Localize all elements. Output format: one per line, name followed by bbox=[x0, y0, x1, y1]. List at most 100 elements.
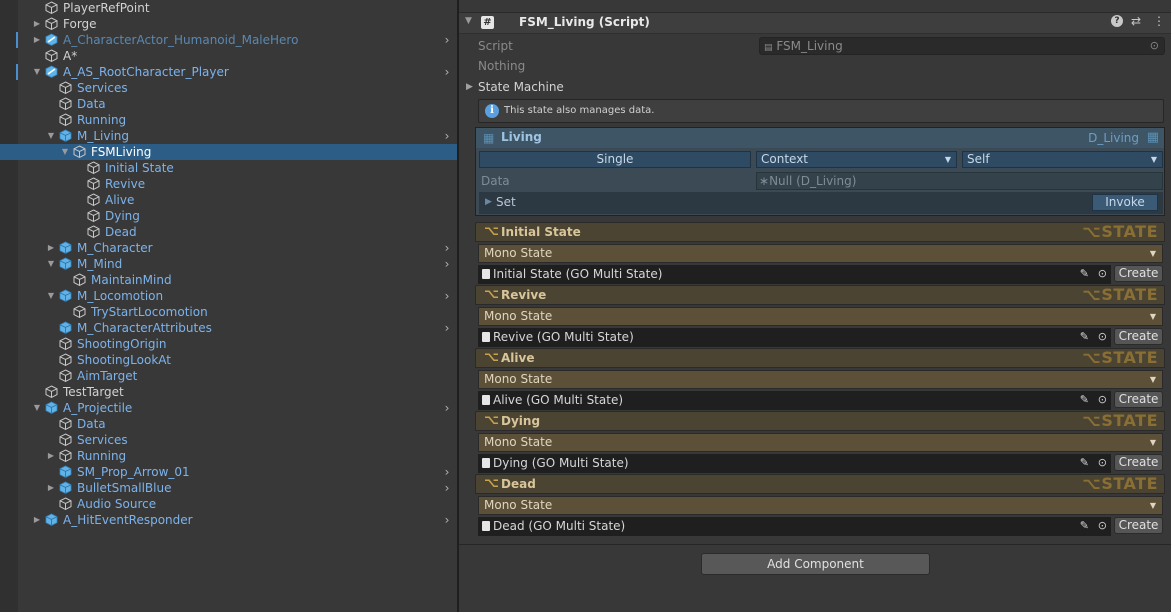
state-header[interactable]: ⌥ Initial State ⌥STATE bbox=[475, 222, 1165, 242]
hierarchy-row[interactable]: ▶ M_Character › bbox=[18, 240, 457, 256]
hierarchy-row[interactable]: ShootingLookAt bbox=[18, 352, 457, 368]
hierarchy-row[interactable]: ▼ A_Projectile › bbox=[18, 400, 457, 416]
state-asset-field[interactable]: Initial State (GO Multi State) ✎ ⊙ bbox=[478, 265, 1111, 284]
state-asset-field[interactable]: Dead (GO Multi State) ✎ ⊙ bbox=[478, 517, 1111, 536]
hierarchy-row[interactable]: ▼ M_Mind › bbox=[18, 256, 457, 272]
hierarchy-row[interactable]: ▼ A_AS_RootCharacter_Player › bbox=[16, 64, 457, 80]
state-mode-dropdown[interactable]: Mono State ▼ bbox=[478, 244, 1163, 263]
hierarchy-row[interactable]: Alive bbox=[18, 192, 457, 208]
fold-collapsed-icon[interactable]: ▶ bbox=[45, 448, 57, 464]
fold-expanded-icon[interactable]: ▼ bbox=[31, 400, 43, 416]
hierarchy-row[interactable]: MaintainMind bbox=[18, 272, 457, 288]
hierarchy-row[interactable]: ▶ A_CharacterActor_Humanoid_MaleHero › bbox=[16, 32, 457, 48]
fold-collapsed-icon[interactable]: ▶ bbox=[45, 240, 57, 256]
state-header[interactable]: ⌥ Dying ⌥STATE bbox=[475, 411, 1165, 431]
single-button[interactable]: Single bbox=[479, 151, 751, 168]
hierarchy-row[interactable]: A* bbox=[18, 48, 457, 64]
open-prefab-arrow-icon[interactable]: › bbox=[441, 240, 453, 256]
state-mode-dropdown[interactable]: Mono State ▼ bbox=[478, 433, 1163, 452]
fold-expanded-icon[interactable]: ▼ bbox=[31, 64, 43, 80]
hierarchy-row[interactable]: M_CharacterAttributes › bbox=[18, 320, 457, 336]
hierarchy-row[interactable]: ▼ M_Living › bbox=[18, 128, 457, 144]
state-mode-dropdown[interactable]: Mono State ▼ bbox=[478, 370, 1163, 389]
hierarchy-row[interactable]: Running bbox=[18, 112, 457, 128]
hierarchy-row[interactable]: Services bbox=[18, 80, 457, 96]
open-prefab-arrow-icon[interactable]: › bbox=[441, 480, 453, 496]
hierarchy-row[interactable]: Audio Source bbox=[18, 496, 457, 512]
fold-collapsed-icon[interactable]: ▶ bbox=[31, 16, 43, 32]
hierarchy-row[interactable]: ▶ Forge bbox=[18, 16, 457, 32]
script-field[interactable]: ▤ FSM_Living ⊙ bbox=[759, 37, 1165, 55]
hierarchy-row[interactable]: Initial State bbox=[18, 160, 457, 176]
hierarchy-row[interactable]: TryStartLocomotion bbox=[18, 304, 457, 320]
self-dropdown[interactable]: Self ▼ bbox=[962, 151, 1163, 168]
fold-expanded-icon[interactable]: ▼ bbox=[59, 144, 71, 160]
invoke-button[interactable]: Invoke bbox=[1092, 194, 1158, 211]
fold-collapsed-icon[interactable]: ▶ bbox=[31, 32, 43, 48]
state-asset-field[interactable]: Revive (GO Multi State) ✎ ⊙ bbox=[478, 328, 1111, 347]
hierarchy-row[interactable]: Data bbox=[18, 416, 457, 432]
hierarchy-row[interactable]: AimTarget bbox=[18, 368, 457, 384]
open-prefab-arrow-icon[interactable]: › bbox=[441, 128, 453, 144]
create-button[interactable]: Create bbox=[1114, 517, 1163, 534]
create-button[interactable]: Create bbox=[1114, 454, 1163, 471]
state-mode-dropdown[interactable]: Mono State ▼ bbox=[478, 307, 1163, 326]
object-picker-icon[interactable]: ⊙ bbox=[1098, 267, 1107, 280]
hierarchy-row[interactable]: Revive bbox=[18, 176, 457, 192]
open-prefab-arrow-icon[interactable]: › bbox=[441, 512, 453, 528]
state-machine-label[interactable]: State Machine bbox=[478, 80, 564, 94]
fold-expanded-icon[interactable]: ▼ bbox=[45, 288, 57, 304]
hierarchy-row[interactable]: Dying bbox=[18, 208, 457, 224]
state-header[interactable]: ⌥ Revive ⌥STATE bbox=[475, 285, 1165, 305]
object-picker-icon[interactable]: ⊙ bbox=[1098, 330, 1107, 343]
hierarchy-row[interactable]: ▼ FSMLiving bbox=[0, 144, 457, 160]
hierarchy-row[interactable]: Services bbox=[18, 432, 457, 448]
set-label[interactable]: Set bbox=[496, 195, 516, 209]
state-mode-dropdown[interactable]: Mono State ▼ bbox=[478, 496, 1163, 515]
state-asset-field[interactable]: Alive (GO Multi State) ✎ ⊙ bbox=[478, 391, 1111, 410]
open-prefab-arrow-icon[interactable]: › bbox=[441, 288, 453, 304]
open-prefab-arrow-icon[interactable]: › bbox=[441, 64, 453, 80]
object-picker-icon[interactable]: ⊙ bbox=[1098, 519, 1107, 532]
hierarchy-row[interactable]: TestTarget bbox=[18, 384, 457, 400]
open-prefab-arrow-icon[interactable]: › bbox=[441, 32, 453, 48]
kebab-menu-icon[interactable]: ⋮ bbox=[1153, 14, 1165, 28]
open-prefab-arrow-icon[interactable]: › bbox=[441, 320, 453, 336]
open-prefab-arrow-icon[interactable]: › bbox=[441, 256, 453, 272]
edit-pencil-icon[interactable]: ✎ bbox=[1080, 267, 1089, 280]
hierarchy-row[interactable]: ▶ A_HitEventResponder › bbox=[18, 512, 457, 528]
hierarchy-row[interactable]: Dead bbox=[18, 224, 457, 240]
edit-pencil-icon[interactable]: ✎ bbox=[1080, 519, 1089, 532]
preset-icon[interactable]: ⇄ bbox=[1131, 14, 1141, 28]
create-button[interactable]: Create bbox=[1114, 265, 1163, 282]
fold-expanded-icon[interactable]: ▼ bbox=[45, 256, 57, 272]
component-header[interactable]: ▼ # FSM_Living (Script) ? ⇄ ⋮ bbox=[459, 12, 1171, 34]
hierarchy-row[interactable]: ▼ M_Locomotion › bbox=[18, 288, 457, 304]
hierarchy-row[interactable]: SM_Prop_Arrow_01 › bbox=[18, 464, 457, 480]
hierarchy-row[interactable]: ▶ Running bbox=[18, 448, 457, 464]
object-picker-icon[interactable]: ⊙ bbox=[1150, 38, 1159, 54]
create-button[interactable]: Create bbox=[1114, 391, 1163, 408]
fold-collapsed-icon[interactable]: ▶ bbox=[45, 480, 57, 496]
help-icon[interactable]: ? bbox=[1111, 15, 1123, 27]
foldout-arrow-icon[interactable]: ▼ bbox=[465, 16, 472, 26]
state-header[interactable]: ⌥ Dead ⌥STATE bbox=[475, 474, 1165, 494]
state-asset-field[interactable]: Dying (GO Multi State) ✎ ⊙ bbox=[478, 454, 1111, 473]
living-header[interactable]: ▦ Living D_Living ▦ bbox=[476, 128, 1164, 148]
create-button[interactable]: Create bbox=[1114, 328, 1163, 345]
hierarchy-row[interactable]: Data bbox=[18, 96, 457, 112]
edit-pencil-icon[interactable]: ✎ bbox=[1080, 456, 1089, 469]
open-prefab-arrow-icon[interactable]: › bbox=[441, 400, 453, 416]
fold-collapsed-icon[interactable]: ▶ bbox=[31, 512, 43, 528]
add-component-button[interactable]: Add Component bbox=[701, 553, 930, 575]
set-fold-icon[interactable]: ▶ bbox=[485, 197, 492, 207]
context-dropdown[interactable]: Context ▼ bbox=[756, 151, 957, 168]
hierarchy-row[interactable]: PlayerRefPoint bbox=[18, 0, 457, 16]
fold-expanded-icon[interactable]: ▼ bbox=[45, 128, 57, 144]
data-field[interactable]: ∗Null (D_Living) bbox=[756, 172, 1163, 190]
hierarchy-row[interactable]: ShootingOrigin bbox=[18, 336, 457, 352]
edit-pencil-icon[interactable]: ✎ bbox=[1080, 393, 1089, 406]
state-header[interactable]: ⌥ Alive ⌥STATE bbox=[475, 348, 1165, 368]
object-picker-icon[interactable]: ⊙ bbox=[1098, 456, 1107, 469]
hierarchy-row[interactable]: ▶ BulletSmallBlue › bbox=[18, 480, 457, 496]
